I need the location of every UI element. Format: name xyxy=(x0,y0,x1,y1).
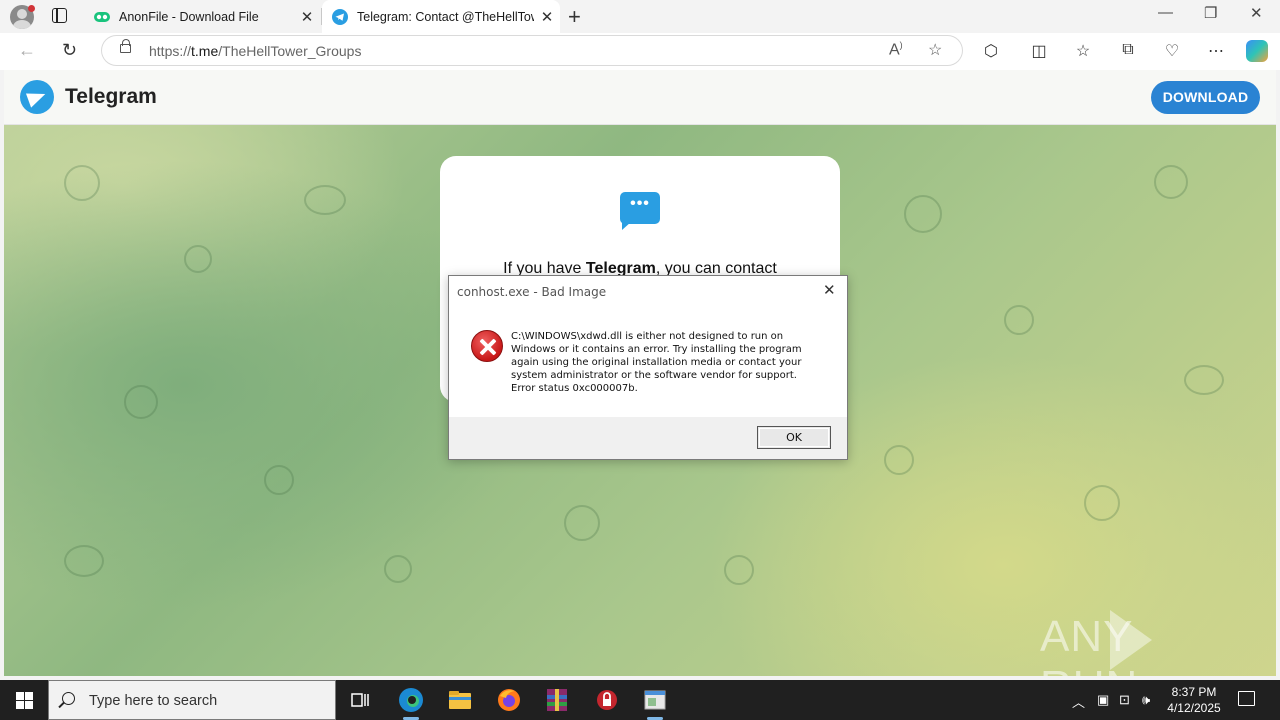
collections-icon[interactable]: ⧉ xyxy=(1118,41,1138,59)
address-bar[interactable]: https://t.me/TheHellTower_Groups A) ☆ xyxy=(101,35,963,66)
profile-notification-dot xyxy=(28,5,35,12)
doodle-decoration xyxy=(1184,365,1224,395)
url-text[interactable]: https://t.me/TheHellTower_Groups xyxy=(149,43,361,59)
doodle-decoration xyxy=(564,505,600,541)
dialog-footer: OK xyxy=(449,417,847,459)
doodle-decoration xyxy=(124,385,158,419)
lock-icon[interactable] xyxy=(120,39,131,53)
taskbar-search-box[interactable]: Type here to search xyxy=(48,680,336,720)
favorites-icon[interactable]: ☆ xyxy=(1073,41,1093,61)
doodle-decoration xyxy=(904,195,942,233)
doodle-decoration xyxy=(64,165,100,201)
telegram-header: Telegram DOWNLOAD xyxy=(4,70,1276,125)
read-aloud-icon[interactable]: A) xyxy=(889,40,903,59)
telegram-brand[interactable]: Telegram xyxy=(65,85,157,109)
window-close-icon[interactable]: ✕ xyxy=(1250,4,1263,22)
doodle-decoration xyxy=(1084,485,1120,521)
doodle-decoration xyxy=(184,245,212,273)
error-dialog: conhost.exe - Bad Image ✕ C:\WINDOWS\xdw… xyxy=(448,275,848,460)
notification-center-icon[interactable] xyxy=(1238,691,1255,706)
search-placeholder: Type here to search xyxy=(89,693,218,709)
more-menu-icon[interactable]: ⋯ xyxy=(1206,41,1226,61)
show-hidden-icons-icon[interactable]: ︿ xyxy=(1072,692,1085,711)
doodle-decoration xyxy=(724,555,754,585)
anyrun-watermark: ANYRUN xyxy=(1040,612,1137,676)
tab-close-icon[interactable]: ✕ xyxy=(294,8,320,26)
task-view-icon[interactable] xyxy=(346,686,374,714)
doodle-decoration xyxy=(1004,305,1034,335)
doodle-decoration xyxy=(304,185,346,215)
doodle-decoration xyxy=(1154,165,1188,199)
back-arrow-icon[interactable]: ← xyxy=(18,40,36,61)
dialog-message: C:\WINDOWS\xdwd.dll is either not design… xyxy=(511,331,802,394)
telegram-logo-icon[interactable] xyxy=(20,80,54,114)
minimize-icon[interactable]: — xyxy=(1158,4,1173,21)
doodle-decoration xyxy=(264,465,294,495)
meet-now-icon[interactable]: ▣ xyxy=(1097,692,1109,708)
anonfile-favicon-icon xyxy=(94,11,110,22)
tab-anonfile[interactable]: AnonFile - Download File ✕ xyxy=(84,0,320,33)
new-tab-icon[interactable]: + xyxy=(568,4,581,30)
favorite-star-icon[interactable]: ☆ xyxy=(928,40,942,60)
system-clock[interactable]: 8:37 PM 4/12/2025 xyxy=(1164,684,1224,716)
tab-title: AnonFile - Download File xyxy=(119,9,259,24)
download-button[interactable]: DOWNLOAD xyxy=(1151,81,1260,114)
copilot-icon[interactable] xyxy=(1246,40,1268,62)
chat-bubble-icon: ••• xyxy=(620,192,660,230)
dialog-close-icon[interactable]: ✕ xyxy=(823,281,836,299)
lock-app-icon[interactable] xyxy=(593,686,621,714)
anyrun-play-logo-icon xyxy=(1110,610,1152,670)
browser-essentials-icon[interactable]: ♡ xyxy=(1162,41,1182,61)
tab-close-icon[interactable]: ✕ xyxy=(534,8,560,26)
taskbar: Type here to search ︿ ▣ ⊡ 🕪 8:37 PM 4/12… xyxy=(0,680,1280,720)
doodle-decoration xyxy=(64,545,104,577)
ok-button[interactable]: OK xyxy=(757,426,831,449)
doodle-decoration xyxy=(384,555,412,583)
console-window-icon[interactable] xyxy=(641,686,669,714)
network-icon[interactable]: ⊡ xyxy=(1119,692,1130,708)
dialog-title: conhost.exe - Bad Image xyxy=(457,285,607,299)
file-explorer-icon[interactable] xyxy=(446,686,474,714)
volume-icon[interactable]: 🕪 xyxy=(1142,692,1150,708)
clock-date: 4/12/2025 xyxy=(1167,701,1221,715)
restore-icon[interactable]: ❐ xyxy=(1204,4,1217,22)
clock-time: 8:37 PM xyxy=(1171,685,1217,699)
tab-title: Telegram: Contact @TheHellTower_Groups xyxy=(357,9,534,24)
error-icon xyxy=(471,330,503,362)
browser-tab-strip: AnonFile - Download File ✕ Telegram: Con… xyxy=(0,0,1280,33)
browser-toolbar: ← ↻ https://t.me/TheHellTower_Groups A) … xyxy=(0,33,1280,70)
extensions-icon[interactable]: ⬡ xyxy=(981,41,1001,61)
split-screen-icon[interactable]: ◫ xyxy=(1029,41,1049,61)
windows-start-icon[interactable] xyxy=(16,692,33,709)
firefox-icon[interactable] xyxy=(495,686,523,714)
doodle-decoration xyxy=(884,445,914,475)
tab-telegram[interactable]: Telegram: Contact @TheHellTower_Groups ✕ xyxy=(322,0,560,33)
winrar-icon[interactable] xyxy=(543,686,571,714)
telegram-favicon-icon xyxy=(332,8,348,25)
search-icon xyxy=(62,692,75,705)
tab-actions-icon[interactable] xyxy=(52,8,67,23)
edge-browser-icon[interactable] xyxy=(397,686,425,714)
refresh-icon[interactable]: ↻ xyxy=(62,40,77,61)
